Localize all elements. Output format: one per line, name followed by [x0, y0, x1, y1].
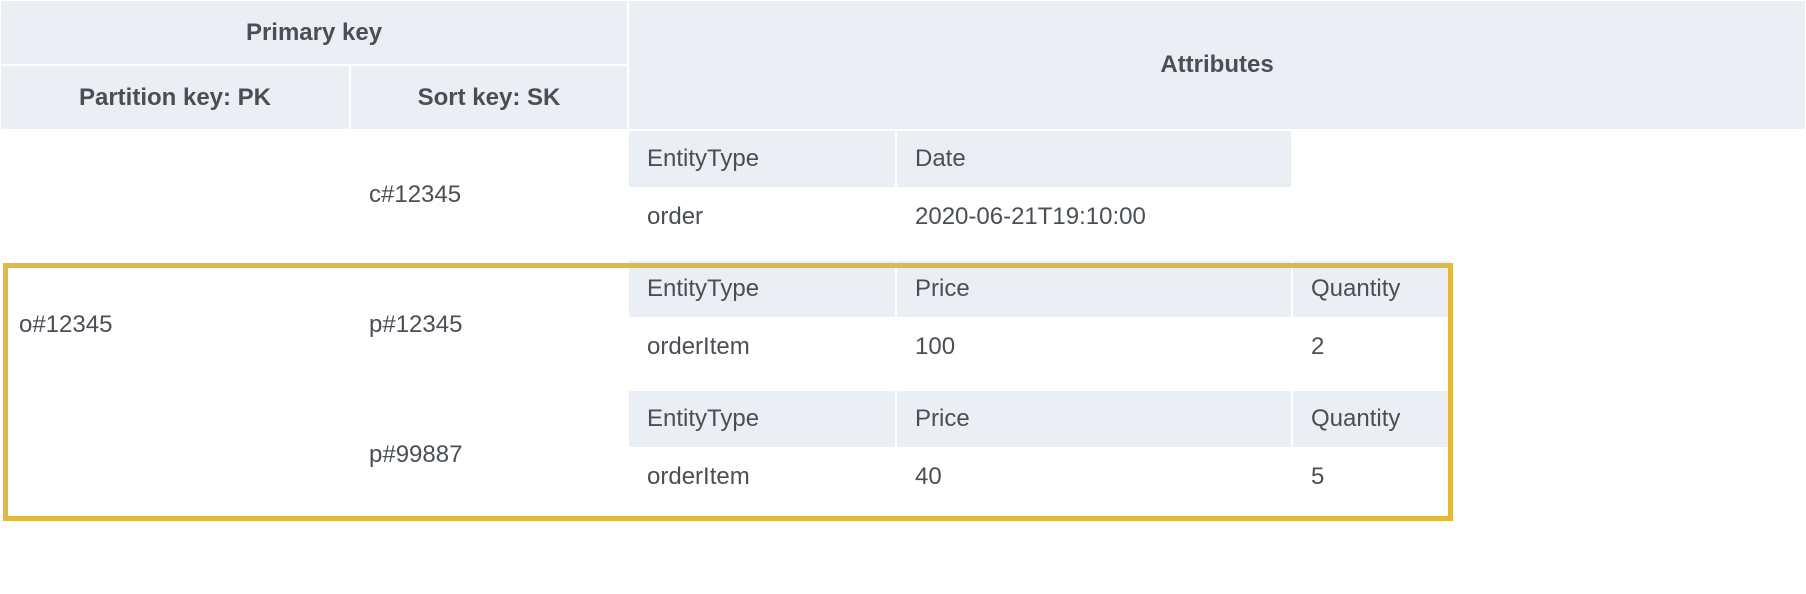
- primary-key-header-label: Primary key: [246, 19, 382, 47]
- attr-label-1-a3: Quantity: [1292, 260, 1452, 318]
- sort-key-label: Sort key: SK: [418, 84, 561, 112]
- text: 40: [915, 463, 942, 491]
- sk-value-1: p#12345: [369, 311, 462, 339]
- attr-label-1-pad: [1452, 260, 1806, 318]
- text: 5: [1311, 463, 1324, 491]
- body-right: c#12345 EntityType Date order 2020-06-21…: [350, 130, 1806, 520]
- sk-cell-0: c#12345: [350, 130, 628, 260]
- partition-key-label: Partition key: PK: [79, 84, 271, 112]
- attr-block-0: EntityType Date order 2020-06-21T19:10:0…: [628, 130, 1806, 260]
- primary-key-header: Primary key: [0, 0, 628, 65]
- table-body: o#12345 c#12345 EntityType Date order: [0, 130, 1806, 520]
- attr-value-2-a2: 40: [896, 448, 1292, 506]
- attr-label-1-a1: EntityType: [628, 260, 896, 318]
- text: Date: [915, 145, 966, 173]
- attr-label-0-pad: [1292, 130, 1646, 188]
- attr-label-row-1: EntityType Price Quantity: [628, 260, 1806, 318]
- pk-value: o#12345: [19, 311, 112, 339]
- attr-label-2-a1: EntityType: [628, 390, 896, 448]
- header-area: Primary key Partition key: PK Sort key: …: [0, 0, 1806, 130]
- text: Quantity: [1311, 275, 1400, 303]
- attributes-header: Attributes: [628, 0, 1806, 130]
- attr-value-row-1: orderItem 100 2: [628, 318, 1806, 376]
- attr-value-2-a3: 5: [1292, 448, 1452, 506]
- item-row-2: p#99887 EntityType Price Quantity orderI…: [350, 390, 1806, 520]
- key-subheader-row: Partition key: PK Sort key: SK: [0, 65, 628, 130]
- attr-label-row-2: EntityType Price Quantity: [628, 390, 1806, 448]
- text: EntityType: [647, 145, 759, 173]
- attr-value-2-pad: [1452, 448, 1806, 506]
- item-row-1: p#12345 EntityType Price Quantity orderI…: [350, 260, 1806, 390]
- text: orderItem: [647, 463, 750, 491]
- text: EntityType: [647, 275, 759, 303]
- attributes-header-label: Attributes: [1160, 51, 1273, 79]
- attr-label-0-a2: Date: [896, 130, 1292, 188]
- sk-cell-2: p#99887: [350, 390, 628, 520]
- attr-block-2: EntityType Price Quantity orderItem 40 5: [628, 390, 1806, 520]
- attr-label-2-a3: Quantity: [1292, 390, 1452, 448]
- attr-value-row-2: orderItem 40 5: [628, 448, 1806, 506]
- attr-value-1-a2: 100: [896, 318, 1292, 376]
- text: EntityType: [647, 405, 759, 433]
- attr-value-0-pad2: [1646, 188, 1806, 246]
- dynamodb-table-diagram: Primary key Partition key: PK Sort key: …: [0, 0, 1806, 520]
- primary-key-header-block: Primary key Partition key: PK Sort key: …: [0, 0, 628, 130]
- pk-cell: o#12345: [0, 130, 350, 520]
- attr-value-1-a1: orderItem: [628, 318, 896, 376]
- attr-value-row-0: order 2020-06-21T19:10:00: [628, 188, 1806, 246]
- attr-value-1-a3: 2: [1292, 318, 1452, 376]
- text: order: [647, 203, 703, 231]
- attr-label-1-a2: Price: [896, 260, 1292, 318]
- attr-value-0-a2: 2020-06-21T19:10:00: [896, 188, 1292, 246]
- attr-value-0-pad: [1292, 188, 1646, 246]
- attr-block-1: EntityType Price Quantity orderItem 100 …: [628, 260, 1806, 390]
- sk-value-0: c#12345: [369, 181, 461, 209]
- text: 2020-06-21T19:10:00: [915, 203, 1146, 231]
- attr-label-0-a1: EntityType: [628, 130, 896, 188]
- sk-value-2: p#99887: [369, 441, 462, 469]
- attr-value-2-a1: orderItem: [628, 448, 896, 506]
- sort-key-header: Sort key: SK: [350, 65, 628, 130]
- attr-label-2-a2: Price: [896, 390, 1292, 448]
- text: 100: [915, 333, 955, 361]
- text: Quantity: [1311, 405, 1400, 433]
- attr-label-2-pad: [1452, 390, 1806, 448]
- item-row-0: c#12345 EntityType Date order 2020-06-21…: [350, 130, 1806, 260]
- text: Price: [915, 405, 970, 433]
- attr-value-1-pad: [1452, 318, 1806, 376]
- attr-label-0-pad2: [1646, 130, 1806, 188]
- text: orderItem: [647, 333, 750, 361]
- text: Price: [915, 275, 970, 303]
- partition-key-header: Partition key: PK: [0, 65, 350, 130]
- attr-value-0-a1: order: [628, 188, 896, 246]
- attr-label-row-0: EntityType Date: [628, 130, 1806, 188]
- text: 2: [1311, 333, 1324, 361]
- sk-cell-1: p#12345: [350, 260, 628, 390]
